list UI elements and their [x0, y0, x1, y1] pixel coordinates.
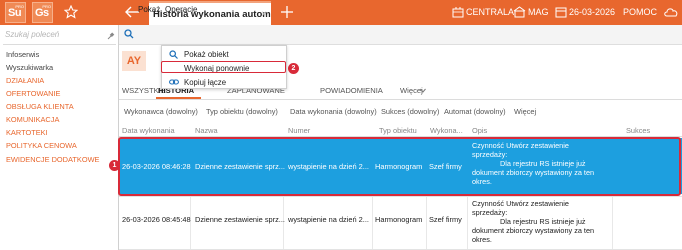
chevron-down-icon: [420, 88, 426, 93]
filter-executor[interactable]: Wykonawca (dowolny): [124, 107, 198, 116]
row-description: Czynność Utwórz zestawienie sprzedaży: D…: [472, 141, 612, 186]
row-executor: Szef firmy: [429, 215, 462, 224]
sidebar-item-dzialania[interactable]: DZIAŁANIA: [6, 76, 44, 85]
favorites-star-icon[interactable]: [64, 5, 78, 19]
column-header-number[interactable]: Numer: [288, 126, 310, 135]
row-description: Czynność Utwórz zestawienie sprzedaży: D…: [472, 199, 612, 244]
description-line: Czynność Utwórz zestawienie: [472, 141, 569, 150]
column-header-executor[interactable]: Wykona...: [430, 126, 463, 135]
operations-menu-button[interactable]: Operacje: [165, 5, 197, 14]
row-number: wystąpienie na dzień 2...: [288, 215, 369, 224]
logo-su-sup: PRO: [15, 4, 24, 9]
company-icon: [452, 7, 464, 18]
column-header-name[interactable]: Nazwa: [195, 126, 218, 135]
column-header-description[interactable]: Opis: [472, 126, 487, 135]
row-name: Dzienne zestawienie sprz...: [195, 162, 285, 171]
column-header-date[interactable]: Data wykonania: [122, 126, 175, 135]
column-header-success[interactable]: Sukces: [626, 126, 650, 135]
row-number: wystąpienie na dzień 2...: [288, 162, 369, 171]
row-object-type: Harmonogram: [375, 215, 423, 224]
sidebar-item-wyszukiwarka[interactable]: Wyszukiwarka: [6, 63, 53, 72]
row-executor: Szef firmy: [429, 162, 462, 171]
description-line: sprzedaży:: [472, 150, 508, 159]
warehouse-selector[interactable]: MAG: [528, 7, 549, 17]
date-selector[interactable]: 26-03-2026: [569, 7, 615, 17]
row-date: 26-03-2026 08:46:28: [122, 162, 191, 171]
menu-item-label: Pokaż obiekt: [184, 50, 229, 59]
toolbar: [119, 25, 682, 45]
row-name: Dzienne zestawienie sprz...: [195, 215, 285, 224]
description-line: Dla rejestru RS istnieje już: [500, 159, 586, 168]
filter-success[interactable]: Sukces (dowolny): [381, 107, 439, 116]
step-marker: 1: [109, 160, 120, 171]
link-icon: [169, 79, 179, 85]
sidebar-item-infoserwis[interactable]: Infoserwis: [6, 50, 39, 59]
calendar-icon: [555, 7, 567, 18]
sidebar-item-ewidencje-dodatkowe[interactable]: EWIDENCJE DODATKOWE: [6, 155, 99, 164]
new-tab-plus-icon[interactable]: [281, 5, 293, 19]
description-line: dokument zbiorczy wystawiony za ten: [472, 226, 595, 235]
tabs-divider: [119, 99, 682, 100]
description-line: okres.: [472, 235, 492, 244]
tab-powiadomienia[interactable]: POWIADOMIENIA: [320, 86, 383, 95]
help-link[interactable]: POMOC: [623, 7, 657, 17]
description-line: dokument zbiorczy wystawiony za ten: [472, 168, 595, 177]
sidebar-search-input[interactable]: Szukaj poleceń: [5, 30, 59, 39]
sidebar-divider: [3, 44, 116, 45]
description-line: Czynność Utwórz zestawienie: [472, 199, 569, 208]
filter-more[interactable]: Więcej: [514, 107, 536, 116]
column-header-object-type[interactable]: Typ obiektu: [379, 126, 417, 135]
row-divider: [119, 196, 682, 197]
row-object-type: Harmonogram: [375, 162, 423, 171]
row-date: 26-03-2026 08:45:48: [122, 215, 191, 224]
grid-header-divider: [119, 136, 682, 137]
menu-item-show-object[interactable]: Pokaż obiekt: [163, 48, 285, 60]
search-icon: [169, 50, 178, 59]
sidebar-item-polityka-cenowa[interactable]: POLITYKA CENOWA: [6, 141, 77, 150]
app-logo-gs[interactable]: Gs PRO: [32, 2, 53, 23]
filter-execution-date[interactable]: Data wykonania (dowolny): [290, 107, 377, 116]
menu-item-label: Kopiuj łącze: [184, 78, 227, 87]
menu-item-copy-link[interactable]: Kopiuj łącze: [163, 76, 285, 88]
show-button[interactable]: Pokaż: [138, 5, 160, 14]
sidebar-item-obsluga-klienta[interactable]: OBSŁUGA KLIENTA: [6, 102, 74, 111]
app-logo-su[interactable]: Su PRO: [5, 2, 26, 23]
company-selector[interactable]: CENTRALA: [466, 7, 514, 17]
description-line: Dla rejestru RS istnieje już: [500, 217, 586, 226]
filter-automat[interactable]: Automat (dowolny): [444, 107, 506, 116]
description-line: okres.: [472, 177, 492, 186]
record-badge: AY: [122, 51, 146, 71]
warehouse-icon: [513, 6, 526, 18]
sidebar-item-ofertowanie[interactable]: OFERTOWANIE: [6, 89, 60, 98]
close-tab-icon[interactable]: ×: [261, 9, 267, 20]
sidebar-item-kartoteki[interactable]: KARTOTEKI: [6, 128, 48, 137]
logo-gs-sup: PRO: [42, 4, 51, 9]
sidebar-item-komunikacja[interactable]: KOMUNIKACJA: [6, 115, 59, 124]
pin-icon[interactable]: [107, 32, 115, 40]
cloud-icon[interactable]: [663, 6, 679, 18]
menu-item-highlight-frame: [161, 61, 286, 73]
step-marker: 2: [288, 63, 299, 74]
search-icon: [124, 29, 134, 39]
description-line: sprzedaży:: [472, 208, 508, 217]
filter-object-type[interactable]: Typ obiektu (dowolny): [206, 107, 278, 116]
